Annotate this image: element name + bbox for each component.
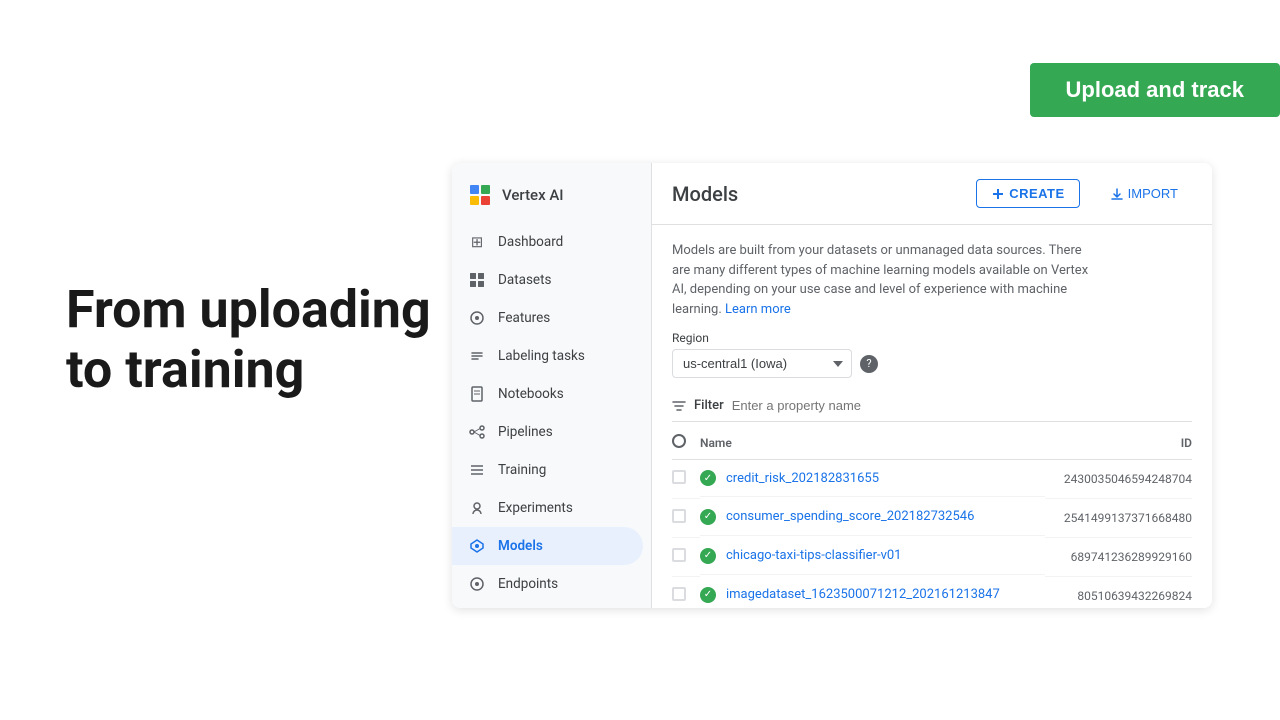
- vertex-ai-icon: [468, 183, 492, 207]
- row-checkbox-1[interactable]: [672, 509, 686, 523]
- row-checkbox-3[interactable]: [672, 587, 686, 601]
- sidebar-label-pipelines: Pipelines: [498, 424, 553, 440]
- row-id-cell-2: 689741236289929160: [1045, 538, 1192, 577]
- features-icon: [468, 309, 486, 327]
- row-checkbox-0[interactable]: [672, 470, 686, 484]
- learn-more-link[interactable]: Learn more: [725, 302, 791, 317]
- filter-icon: [672, 399, 686, 413]
- datasets-icon: [468, 271, 486, 289]
- sidebar-logo: Vertex AI: [452, 163, 651, 223]
- sidebar-label-dashboard: Dashboard: [498, 234, 563, 250]
- sidebar-label-training: Training: [498, 462, 546, 478]
- experiments-icon: [468, 499, 486, 517]
- status-dot-3: ✓: [700, 587, 716, 603]
- content-body: Models are built from your datasets or u…: [652, 225, 1212, 608]
- row-checkbox-cell-0: [672, 460, 700, 499]
- main-panel: Vertex AI ⊞ Dashboard Datasets Features …: [452, 163, 1212, 608]
- row-id-cell-3: 80510639432269824: [1045, 577, 1192, 609]
- notebooks-icon: [468, 385, 486, 403]
- page-title: Models: [672, 182, 960, 206]
- sidebar-item-labeling-tasks[interactable]: Labeling tasks: [452, 337, 643, 375]
- region-section: Region us-central1 (Iowa) ?: [672, 331, 1192, 378]
- row-checkbox-2[interactable]: [672, 548, 686, 562]
- create-plus-icon: [991, 187, 1005, 201]
- table-header-checkbox: [672, 426, 700, 460]
- upload-track-button[interactable]: Upload and track: [1030, 63, 1280, 117]
- sidebar-item-pipelines[interactable]: Pipelines: [452, 413, 643, 451]
- sidebar-item-features[interactable]: Features: [452, 299, 643, 337]
- sidebar-label-models: Models: [498, 538, 543, 554]
- model-name-1[interactable]: consumer_spending_score_202182732546: [726, 509, 974, 524]
- import-button[interactable]: IMPORT: [1096, 180, 1192, 207]
- status-check-1: ✓: [704, 511, 712, 522]
- table-row: ✓ consumer_spending_score_202182732546 254…: [672, 499, 1192, 538]
- sidebar-label-endpoints: Endpoints: [498, 576, 558, 592]
- sidebar: Vertex AI ⊞ Dashboard Datasets Features …: [452, 163, 652, 608]
- status-check-3: ✓: [704, 589, 712, 600]
- sidebar-item-batch-predictions[interactable]: Batch predictions: [452, 603, 643, 608]
- dashboard-icon: ⊞: [468, 233, 486, 251]
- sidebar-label-labeling-tasks: Labeling tasks: [498, 348, 585, 364]
- sidebar-item-training[interactable]: Training: [452, 451, 643, 489]
- create-button[interactable]: CREATE: [976, 179, 1079, 208]
- sidebar-item-datasets[interactable]: Datasets: [452, 261, 643, 299]
- table-header-name: Name: [700, 426, 1045, 460]
- labeling-tasks-icon: [468, 347, 486, 365]
- hero-text: From uploading to training: [66, 280, 431, 400]
- table-row: ✓ credit_risk_202182831655 243003504659424…: [672, 460, 1192, 499]
- training-icon: [468, 461, 486, 479]
- sidebar-label-experiments: Experiments: [498, 500, 573, 516]
- import-icon: [1110, 187, 1124, 201]
- table-row: ✓ imagedataset_1623500071212_202161213847…: [672, 577, 1192, 609]
- sidebar-item-experiments[interactable]: Experiments: [452, 489, 643, 527]
- status-check-2: ✓: [704, 550, 712, 561]
- status-dot-0: ✓: [700, 470, 716, 486]
- hero-line2: to training: [66, 340, 431, 400]
- sidebar-item-models[interactable]: Models: [452, 527, 643, 565]
- row-checkbox-cell-1: [672, 499, 700, 538]
- region-label: Region: [672, 331, 1192, 345]
- sidebar-item-notebooks[interactable]: Notebooks: [452, 375, 643, 413]
- row-checkbox-cell-3: [672, 577, 700, 609]
- endpoints-icon: [468, 575, 486, 593]
- row-name-cell-2: ✓ chicago-taxi-tips-classifier-v01: [700, 538, 1045, 575]
- row-name-cell-1: ✓ consumer_spending_score_202182732546: [700, 499, 1045, 536]
- row-id-cell-0: 2430035046594248704: [1045, 460, 1192, 499]
- model-name-0[interactable]: credit_risk_202182831655: [726, 471, 879, 486]
- pipelines-icon: [468, 423, 486, 441]
- row-name-cell-3: ✓ imagedataset_1623500071212_202161213847: [700, 577, 1045, 609]
- status-dot-2: ✓: [700, 548, 716, 564]
- row-name-cell-0: ✓ credit_risk_202182831655: [700, 460, 1045, 497]
- app-name: Vertex AI: [502, 186, 564, 204]
- models-description: Models are built from your datasets or u…: [672, 241, 1092, 319]
- filter-bar: Filter: [672, 390, 1192, 422]
- model-name-2[interactable]: chicago-taxi-tips-classifier-v01: [726, 548, 901, 563]
- filter-label: Filter: [694, 398, 724, 413]
- table-header-id: ID: [1045, 426, 1192, 460]
- sidebar-label-notebooks: Notebooks: [498, 386, 564, 402]
- region-help-icon[interactable]: ?: [860, 355, 878, 373]
- sidebar-item-dashboard[interactable]: ⊞ Dashboard: [452, 223, 643, 261]
- row-checkbox-cell-2: [672, 538, 700, 577]
- sidebar-item-endpoints[interactable]: Endpoints: [452, 565, 643, 603]
- hero-line1: From uploading: [66, 280, 431, 340]
- filter-input[interactable]: [732, 398, 1192, 413]
- content-area: Models CREATE IMPORT Models are built fr…: [652, 163, 1212, 608]
- content-header: Models CREATE IMPORT: [652, 163, 1212, 225]
- model-name-3[interactable]: imagedataset_1623500071212_202161213847: [726, 587, 1000, 602]
- region-select[interactable]: us-central1 (Iowa): [672, 349, 852, 378]
- models-icon: [468, 537, 486, 555]
- sidebar-label-features: Features: [498, 310, 550, 326]
- models-table: Name ID ✓ credit_risk_202182831655 2430035…: [672, 426, 1192, 608]
- status-check-0: ✓: [704, 473, 712, 484]
- table-row: ✓ chicago-taxi-tips-classifier-v01 6897412…: [672, 538, 1192, 577]
- status-dot-1: ✓: [700, 509, 716, 525]
- sidebar-label-datasets: Datasets: [498, 272, 551, 288]
- row-id-cell-1: 2541499137371668480: [1045, 499, 1192, 538]
- header-checkbox[interactable]: [672, 434, 686, 448]
- region-select-row: us-central1 (Iowa) ?: [672, 349, 1192, 378]
